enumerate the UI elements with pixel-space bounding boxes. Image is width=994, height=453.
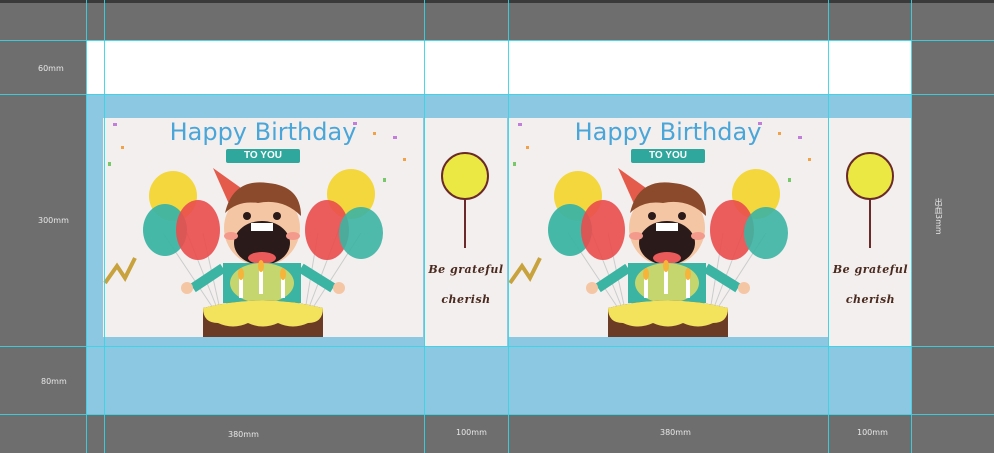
side-text-line2-1: cherish	[441, 293, 491, 306]
dim-label-middle: 300mm	[38, 216, 69, 225]
guide-vertical[interactable]	[828, 0, 829, 453]
top-toolbar-edge	[0, 0, 994, 3]
dim-label-side-2: 100mm	[857, 428, 888, 437]
happy-birthday-title-2: Happy Birthday	[574, 118, 762, 146]
side-text-line2-2: cherish	[845, 293, 896, 306]
guide-horizontal[interactable]	[0, 40, 994, 41]
to-you-ribbon-2: TO YOU	[631, 149, 705, 163]
to-you-ribbon-1: TO YOU	[226, 149, 300, 163]
top-flap-area	[86, 40, 912, 94]
guide-vertical[interactable]	[104, 0, 105, 453]
guide-horizontal[interactable]	[0, 346, 994, 347]
guide-vertical[interactable]	[508, 0, 509, 453]
guide-horizontal[interactable]	[0, 94, 994, 95]
dim-label-side-1: 100mm	[456, 428, 487, 437]
front-panel-2: Happy Birthday TO YOU	[508, 118, 828, 337]
lollipop-icon	[846, 152, 894, 248]
side-panel-2: Be grateful cherish	[829, 118, 912, 346]
dim-label-front-2: 380mm	[660, 428, 691, 437]
side-text-line1-2: Be grateful	[832, 263, 909, 276]
front-panel-1: Happy Birthday TO YOU	[103, 118, 423, 337]
side-panel-1: Be grateful cherish	[425, 118, 507, 346]
dim-label-front-1: 380mm	[228, 430, 259, 439]
guide-vertical[interactable]	[911, 0, 912, 453]
guide-vertical[interactable]	[424, 0, 425, 453]
guide-vertical[interactable]	[86, 0, 87, 453]
happy-birthday-title-1: Happy Birthday	[169, 118, 357, 146]
side-text-line1-1: Be grateful	[428, 263, 504, 276]
guide-horizontal[interactable]	[0, 414, 994, 415]
dim-label-bottom: 80mm	[41, 377, 67, 386]
dim-label-top: 60mm	[38, 64, 64, 73]
bleed-note: 出血3mm	[934, 198, 943, 235]
lollipop-icon	[441, 152, 489, 248]
